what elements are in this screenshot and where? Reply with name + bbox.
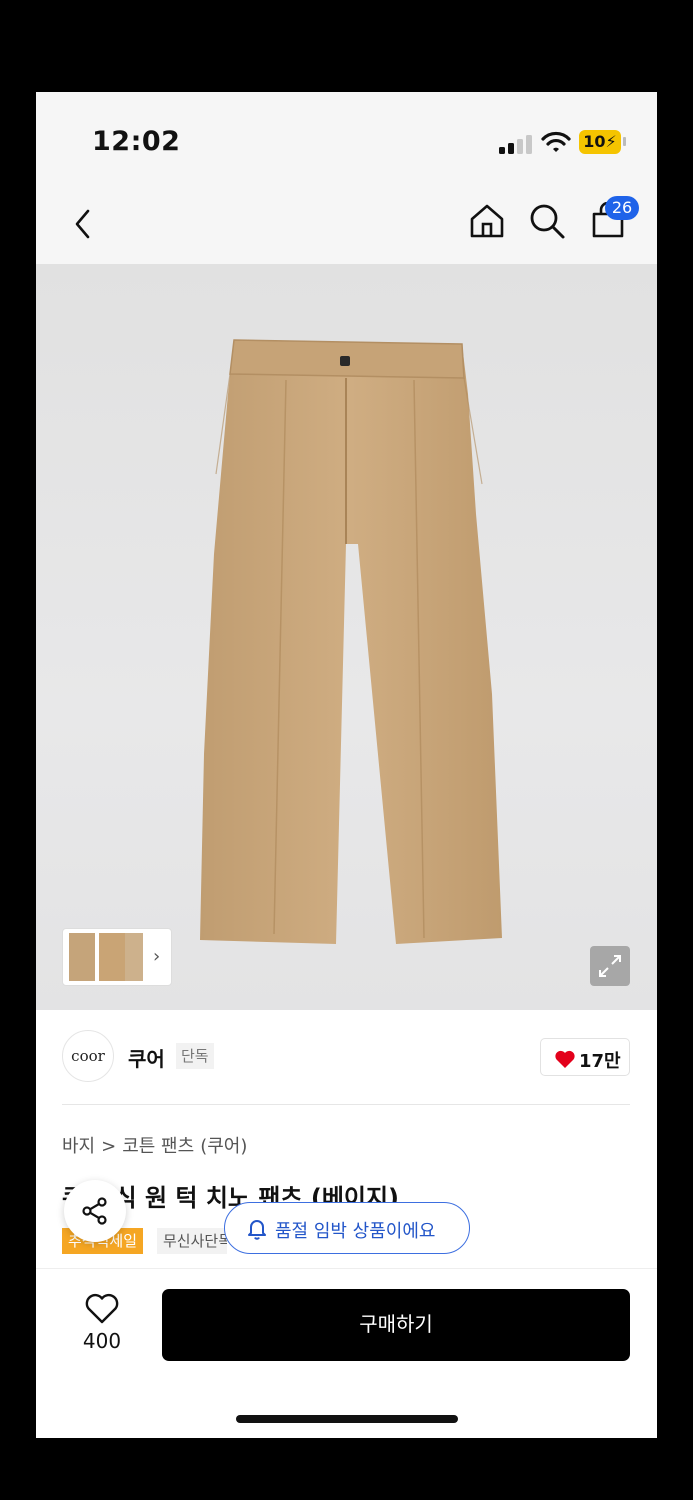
low-stock-text: 품절 임박 상품이에요 (275, 1221, 436, 1242)
cart-count-badge: 26 (605, 196, 639, 220)
exclusive-badge: 무신사단독 (157, 1228, 227, 1254)
home-indicator[interactable] (236, 1415, 458, 1423)
brand-row[interactable]: coor 쿠어 단독 17만 (36, 1010, 657, 1104)
brand-name[interactable]: 쿠어 (128, 1043, 165, 1072)
brand-logo[interactable]: coor (62, 1030, 114, 1082)
buy-button[interactable]: 구매하기 (162, 1289, 630, 1361)
battery-icon: 10⚡ (579, 130, 621, 154)
bell-icon (248, 1220, 266, 1240)
chevron-left-icon[interactable] (72, 208, 94, 240)
top-nav (36, 184, 657, 264)
heart-filled-icon (555, 1050, 575, 1068)
heart-outline-icon[interactable] (84, 1293, 120, 1325)
breadcrumb: 바지 > 코튼 팬츠 (쿠어) (62, 1132, 253, 1158)
wifi-icon (541, 131, 571, 152)
breadcrumb-subcategory[interactable]: 코튼 팬츠 (122, 1136, 194, 1157)
battery-nub (623, 137, 626, 146)
battery-level: 10 (583, 132, 606, 151)
signal-icon (499, 134, 533, 154)
breadcrumb-brand[interactable]: (쿠어) (200, 1136, 247, 1157)
status-time: 12:02 (92, 126, 181, 157)
wishlist-count: 400 (82, 1329, 122, 1353)
thumbnail-strip[interactable]: › (62, 928, 172, 986)
status-bar: 12:02 10⚡ (36, 92, 657, 184)
thumbnail-next-icon[interactable]: › (153, 946, 160, 967)
breadcrumb-category[interactable]: 바지 (62, 1136, 95, 1157)
divider (62, 1104, 630, 1105)
share-icon (82, 1197, 107, 1225)
expand-icon[interactable] (590, 946, 630, 986)
product-photo (200, 339, 502, 944)
low-stock-notice: 품절 임박 상품이에요 (224, 1202, 470, 1254)
home-icon[interactable] (468, 202, 506, 240)
share-button[interactable] (64, 1180, 126, 1242)
product-image[interactable]: › (36, 264, 657, 1010)
phone-screen: 12:02 10⚡ 26 › coor 쿠어 단독 17만 바지 > 코튼 팬츠… (36, 92, 657, 1438)
thumbnail-1[interactable] (69, 933, 95, 981)
search-icon[interactable] (528, 202, 566, 240)
breadcrumb-separator: > (101, 1136, 117, 1157)
thumbnail-3[interactable] (125, 933, 143, 981)
brand-like-count: 17만 (579, 1051, 621, 1072)
thumbnail-2[interactable] (99, 933, 125, 981)
bottom-action-bar: 400 구매하기 (36, 1268, 657, 1438)
brand-like-button[interactable]: 17만 (540, 1038, 630, 1076)
exclusive-tag: 단독 (176, 1043, 214, 1069)
